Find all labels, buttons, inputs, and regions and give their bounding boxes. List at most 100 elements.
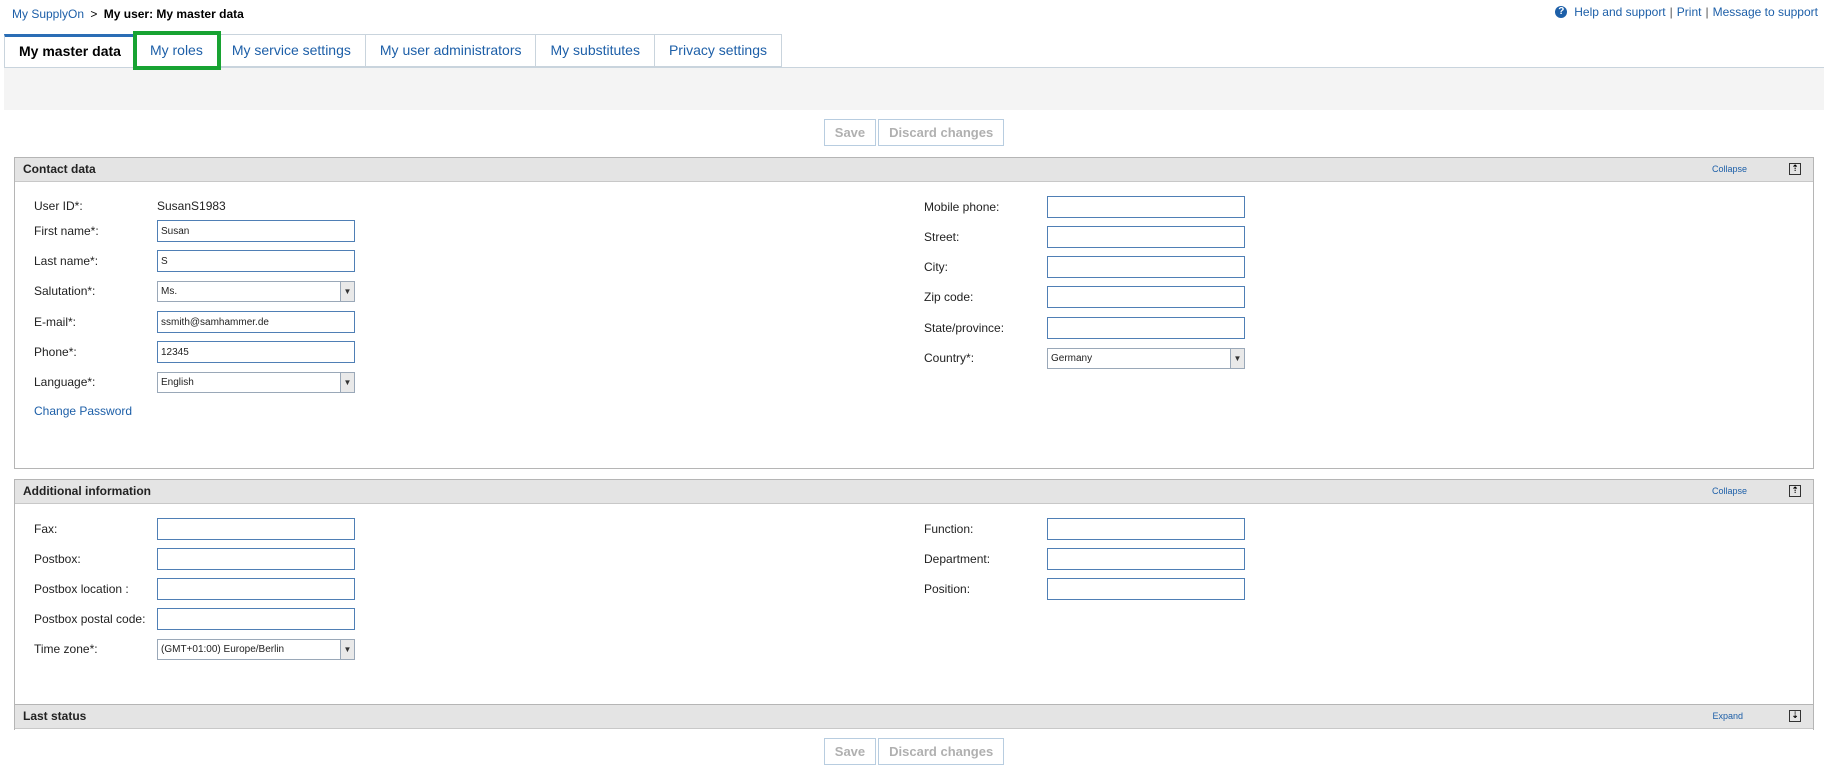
language-label: Language*: [34, 375, 96, 389]
function-row: Function: [924, 518, 1245, 540]
print-link[interactable]: Print [1677, 5, 1702, 19]
fax-label: Fax: [34, 522, 58, 536]
street-label: Street: [924, 230, 960, 244]
language-select[interactable]: English ▼ [157, 371, 355, 393]
additional-info-title: Additional information [23, 484, 151, 498]
postbox-label: Postbox: [34, 552, 81, 566]
function-field[interactable] [1047, 518, 1245, 540]
breadcrumb-home-link[interactable]: My SupplyOn [12, 7, 84, 21]
timezone-select[interactable]: (GMT+01:00) Europe/Berlin ▼ [157, 638, 355, 660]
fax-row: Fax: [34, 518, 355, 540]
content-area: Save Discard changes Contact data Collap… [4, 110, 1824, 780]
last-status-panel: Last status Expand ⇣ [14, 704, 1814, 730]
position-field[interactable] [1047, 578, 1245, 600]
country-row: Country*: Germany ▼ [924, 347, 1245, 369]
salutation-label: Salutation*: [34, 284, 96, 298]
phone-label: Phone*: [34, 345, 77, 359]
last-name-field[interactable] [157, 250, 355, 272]
chevron-down-icon[interactable]: ▼ [340, 639, 354, 659]
phone-field[interactable] [157, 341, 355, 363]
zip-label: Zip code: [924, 290, 974, 304]
function-label: Function: [924, 522, 974, 536]
breadcrumb-current: My user: My master data [103, 7, 244, 21]
last-status-header[interactable]: Last status Expand ⇣ [15, 705, 1813, 729]
phone-row: Phone*: [34, 341, 355, 363]
additional-collapse-link[interactable]: Collapse [1712, 480, 1747, 503]
breadcrumb: My SupplyOn > My user: My master data [12, 7, 244, 21]
chevron-down-icon[interactable]: ▼ [1230, 348, 1244, 368]
city-label: City: [924, 260, 948, 274]
last-status-title: Last status [23, 709, 87, 723]
position-row: Position: [924, 578, 1245, 600]
bottom-button-row: Save Discard changes [4, 738, 1824, 765]
first-name-field[interactable] [157, 220, 355, 242]
postbox-postal-label: Postbox postal code: [34, 612, 146, 626]
tab-my-user-administrators[interactable]: My user administrators [365, 34, 537, 67]
email-row: E-mail*: [34, 311, 355, 333]
postbox-location-label: Postbox location : [34, 582, 129, 596]
change-password-link[interactable]: Change Password [34, 404, 132, 418]
tab-privacy-settings[interactable]: Privacy settings [654, 34, 783, 67]
department-label: Department: [924, 552, 991, 566]
timezone-value: (GMT+01:00) Europe/Berlin [161, 643, 285, 655]
department-row: Department: [924, 548, 1245, 570]
zip-code-field[interactable] [1047, 286, 1245, 308]
tab-bar: My master data My roles My service setti… [4, 31, 783, 70]
breadcrumb-separator: > [90, 7, 98, 21]
chevron-down-icon[interactable]: ▼ [340, 372, 354, 392]
postbox-location-field[interactable] [157, 578, 355, 600]
message-support-link[interactable]: Message to support [1713, 5, 1818, 19]
mobile-row: Mobile phone: [924, 196, 1245, 218]
mobile-phone-field[interactable] [1047, 196, 1245, 218]
help-icon[interactable]: ? [1555, 6, 1568, 18]
additional-info-panel: Additional information Collapse ⇡ Fax: P… [14, 479, 1814, 705]
department-field[interactable] [1047, 548, 1245, 570]
country-select[interactable]: Germany ▼ [1047, 347, 1245, 369]
change-password-row: Change Password [34, 400, 132, 422]
contact-collapse-link[interactable]: Collapse [1712, 158, 1747, 181]
position-label: Position: [924, 582, 971, 596]
tab-my-master-data[interactable]: My master data [4, 34, 136, 68]
contact-data-header: Contact data Collapse ⇡ [15, 158, 1813, 182]
tab-my-substitutes[interactable]: My substitutes [536, 34, 655, 67]
discard-changes-button[interactable]: Discard changes [878, 119, 1005, 146]
first-name-label: First name*: [34, 224, 99, 238]
tab-my-service-settings[interactable]: My service settings [217, 34, 366, 67]
email-field[interactable] [157, 311, 355, 333]
divider: | [1705, 5, 1709, 19]
zip-row: Zip code: [924, 286, 1245, 308]
fax-field[interactable] [157, 518, 355, 540]
postbox-row: Postbox: [34, 548, 355, 570]
state-province-field[interactable] [1047, 317, 1245, 339]
top-button-row: Save Discard changes [4, 119, 1824, 146]
save-button[interactable]: Save [823, 738, 877, 765]
chevron-down-icon[interactable]: ▼ [340, 281, 354, 301]
last-status-expand-link[interactable]: Expand [1712, 705, 1743, 728]
mobile-label: Mobile phone: [924, 200, 1000, 214]
postbox-postal-row: Postbox postal code: [34, 608, 355, 630]
save-button[interactable]: Save [823, 119, 877, 146]
city-field[interactable] [1047, 256, 1245, 278]
user-id-value: SusanS1983 [157, 199, 226, 213]
collapse-icon[interactable]: ⇡ [1789, 163, 1801, 175]
salutation-row: Salutation*: Ms. ▼ [34, 280, 355, 302]
help-support-link[interactable]: Help and support [1574, 5, 1665, 19]
expand-icon[interactable]: ⇣ [1789, 710, 1801, 722]
salutation-select[interactable]: Ms. ▼ [157, 280, 355, 302]
street-field[interactable] [1047, 226, 1245, 248]
postbox-postal-code-field[interactable] [157, 608, 355, 630]
tab-my-roles[interactable]: My roles [132, 31, 221, 70]
first-name-row: First name*: [34, 220, 355, 242]
discard-changes-button[interactable]: Discard changes [878, 738, 1005, 765]
timezone-row: Time zone*: (GMT+01:00) Europe/Berlin ▼ [34, 638, 355, 660]
language-value: English [161, 376, 194, 388]
contact-data-title: Contact data [23, 162, 96, 176]
user-id-label: User ID*: [34, 199, 83, 213]
contact-data-panel: Contact data Collapse ⇡ User ID*: SusanS… [14, 157, 1814, 469]
additional-info-header: Additional information Collapse ⇡ [15, 480, 1813, 504]
country-value: Germany [1051, 352, 1093, 364]
country-label: Country*: [924, 351, 975, 365]
last-name-row: Last name*: [34, 250, 355, 272]
postbox-field[interactable] [157, 548, 355, 570]
collapse-icon[interactable]: ⇡ [1789, 485, 1801, 497]
